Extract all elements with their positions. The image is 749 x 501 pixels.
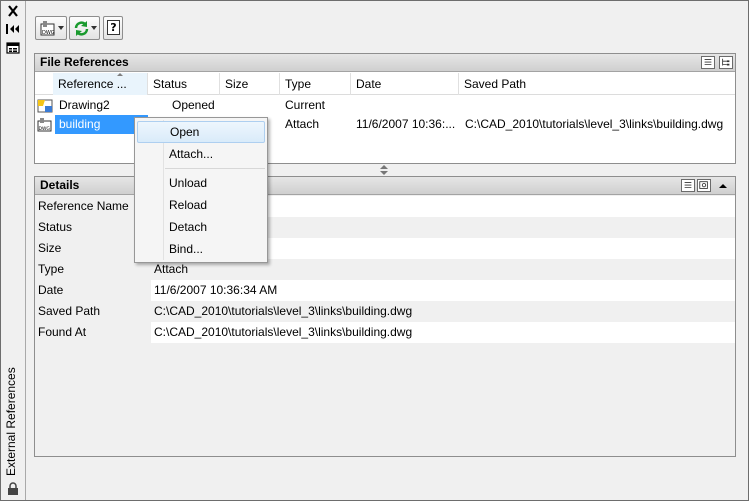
reference-date: 11/6/2007 10:36:... [356, 117, 456, 131]
column-date[interactable]: Date [351, 73, 459, 95]
details-row-saved-path: Saved Path C:\CAD_2010\tutorials\level_3… [35, 301, 735, 322]
column-size[interactable]: Size [220, 73, 280, 95]
details-row-date: Date 11/6/2007 10:36:34 AM [35, 280, 735, 301]
palette-titlebar: External References [1, 1, 26, 500]
refresh-button[interactable] [69, 16, 100, 40]
svg-text:DWG: DWG [42, 30, 55, 36]
preview-icon[interactable] [697, 179, 711, 192]
palette-title: External References [4, 367, 18, 476]
column-status[interactable]: Status [148, 73, 220, 95]
details-row-found-at: Found At C:\CAD_2010\tutorials\level_3\l… [35, 322, 735, 343]
context-menu: Open Attach... Unload Reload Detach Bind… [134, 117, 268, 263]
menu-item-unload[interactable]: Unload [137, 172, 265, 194]
drawing-icon [37, 99, 53, 113]
auto-hide-icon[interactable] [5, 22, 21, 36]
tree-view-icon[interactable] [719, 56, 733, 69]
lock-icon[interactable] [6, 482, 20, 496]
table-row[interactable]: Drawing2 Opened Current [35, 96, 735, 115]
help-icon: ? [107, 20, 120, 35]
chevron-down-icon[interactable] [58, 26, 64, 30]
help-button[interactable]: ? [103, 16, 123, 40]
properties-icon[interactable] [5, 41, 21, 55]
menu-item-bind[interactable]: Bind... [137, 238, 265, 260]
file-references-columns: Reference ... Status Size Type Date Save… [35, 73, 735, 95]
details-view-icon[interactable] [681, 179, 695, 192]
menu-item-open[interactable]: Open [137, 121, 265, 143]
splitter-handle[interactable] [379, 164, 389, 176]
svg-text:DWG: DWG [39, 126, 51, 132]
sort-ascending-icon [117, 73, 123, 76]
external-references-palette: External References DWG ? File Reference… [0, 0, 749, 501]
menu-item-reload[interactable]: Reload [137, 194, 265, 216]
column-reference-name[interactable]: Reference ... [53, 73, 148, 95]
file-references-header: File References [35, 54, 735, 72]
close-icon[interactable] [5, 4, 21, 18]
chevron-down-icon[interactable] [91, 26, 97, 30]
reference-status: Opened [172, 98, 215, 112]
column-type[interactable]: Type [280, 73, 351, 95]
menu-separator [165, 168, 265, 169]
file-references-title: File References [40, 55, 129, 69]
reference-path: C:\CAD_2010\tutorials\level_3\links\buil… [465, 117, 724, 131]
column-saved-path[interactable]: Saved Path [459, 73, 735, 95]
reference-name: Drawing2 [59, 98, 110, 112]
dwg-file-icon: DWG [37, 118, 52, 132]
attach-dwg-button[interactable]: DWG [35, 16, 67, 40]
reference-type: Current [285, 98, 326, 112]
reference-type: Attach [285, 117, 320, 131]
refresh-icon [74, 21, 89, 36]
details-title: Details [40, 178, 80, 192]
menu-item-detach[interactable]: Detach [137, 216, 265, 238]
attach-dwg-icon: DWG [40, 21, 55, 36]
collapse-icon[interactable] [718, 181, 728, 191]
menu-item-attach[interactable]: Attach... [137, 143, 265, 165]
list-view-icon[interactable] [701, 56, 715, 69]
